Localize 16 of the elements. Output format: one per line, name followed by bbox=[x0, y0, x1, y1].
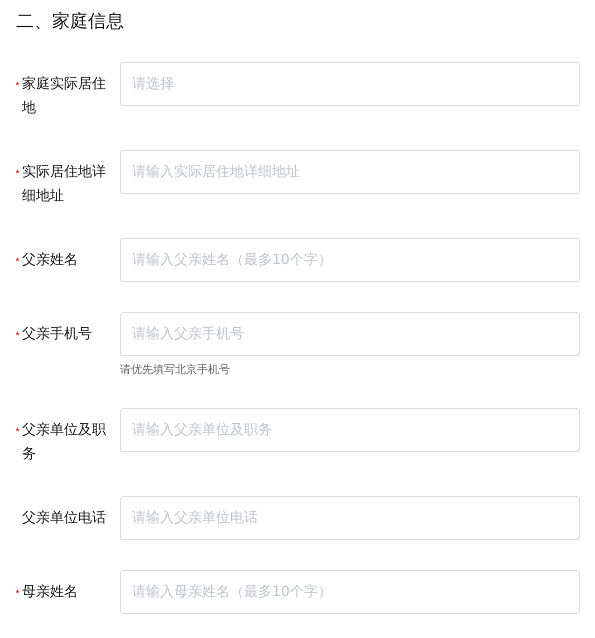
field-label: 父亲单位及职务 bbox=[22, 421, 107, 464]
input-field[interactable]: 请输入实际居住地详细地址 bbox=[120, 150, 580, 194]
field-label: 父亲手机号 bbox=[22, 325, 93, 344]
input-field[interactable]: 请输入父亲手机号 bbox=[120, 312, 580, 356]
field-label: 实际居住地详细地址 bbox=[22, 163, 107, 206]
section-title: 二、家庭信息 bbox=[16, 10, 125, 34]
field-label: 父亲单位电话 bbox=[22, 509, 107, 528]
input-field[interactable]: 请输入父亲单位电话 bbox=[120, 496, 580, 540]
field-label: 父亲姓名 bbox=[22, 251, 79, 270]
input-field[interactable]: 请选择 bbox=[120, 62, 580, 106]
field-label: 母亲姓名 bbox=[22, 583, 79, 602]
input-field[interactable]: 请输入母亲姓名（最多10个字） bbox=[120, 570, 580, 614]
input-field[interactable]: 请输入父亲姓名（最多10个字） bbox=[120, 238, 580, 282]
hint-text: 请优先填写北京手机号 bbox=[120, 362, 231, 378]
field-label: 家庭实际居住地 bbox=[22, 75, 107, 118]
input-field[interactable]: 请输入父亲单位及职务 bbox=[120, 408, 580, 452]
